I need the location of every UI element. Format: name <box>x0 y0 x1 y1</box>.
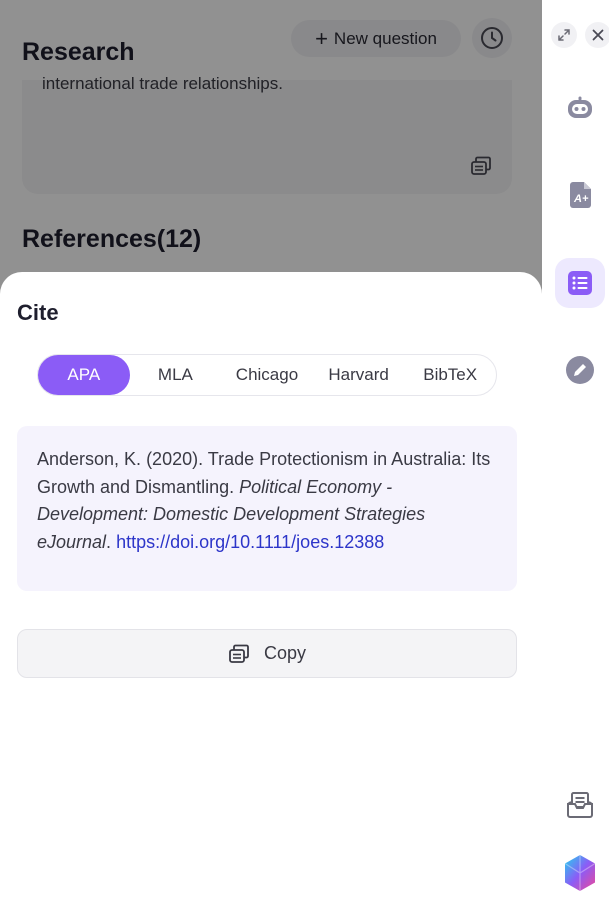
main-panel: Research + New question international tr… <box>0 0 542 900</box>
citation-doi-link[interactable]: https://doi.org/10.1111/joes.12388 <box>116 532 384 552</box>
tab-apa[interactable]: APA <box>38 355 130 395</box>
cite-title: Cite <box>17 300 59 325</box>
gem-logo-icon <box>563 854 597 892</box>
right-sidebar: A+ <box>542 0 609 900</box>
expand-button[interactable] <box>551 22 577 48</box>
document-ai-icon: A+ <box>567 181 593 209</box>
tab-harvard[interactable]: Harvard <box>313 355 405 395</box>
tab-bibtex[interactable]: BibTeX <box>404 355 496 395</box>
bot-icon <box>566 96 594 120</box>
close-button[interactable] <box>585 22 609 48</box>
sidebar-item-edit[interactable] <box>555 345 605 395</box>
list-icon <box>567 270 593 296</box>
sidebar-item-chat-bot[interactable] <box>555 83 605 133</box>
svg-text:A+: A+ <box>573 193 589 205</box>
pencil-icon <box>565 355 595 385</box>
citation-box: Anderson, K. (2020). Trade Protectionism… <box>17 426 517 591</box>
sidebar-item-references[interactable] <box>555 258 605 308</box>
copy-icon <box>228 644 250 664</box>
sidebar-item-inbox[interactable] <box>555 780 605 830</box>
tab-mla[interactable]: MLA <box>130 355 222 395</box>
citation-style-tabs: APA MLA Chicago Harvard BibTeX <box>37 354 497 396</box>
copy-label: Copy <box>263 643 307 663</box>
close-icon <box>591 28 605 42</box>
cite-sheet: Cite APA MLA Chicago Harvard BibTeX Ande… <box>0 272 542 900</box>
app-logo[interactable] <box>555 848 605 898</box>
tab-chicago[interactable]: Chicago <box>221 355 313 395</box>
copy-button[interactable]: Copy <box>17 629 517 678</box>
expand-icon <box>557 28 571 42</box>
inbox-icon <box>565 790 595 820</box>
sidebar-item-ai-writer[interactable]: A+ <box>555 170 605 220</box>
